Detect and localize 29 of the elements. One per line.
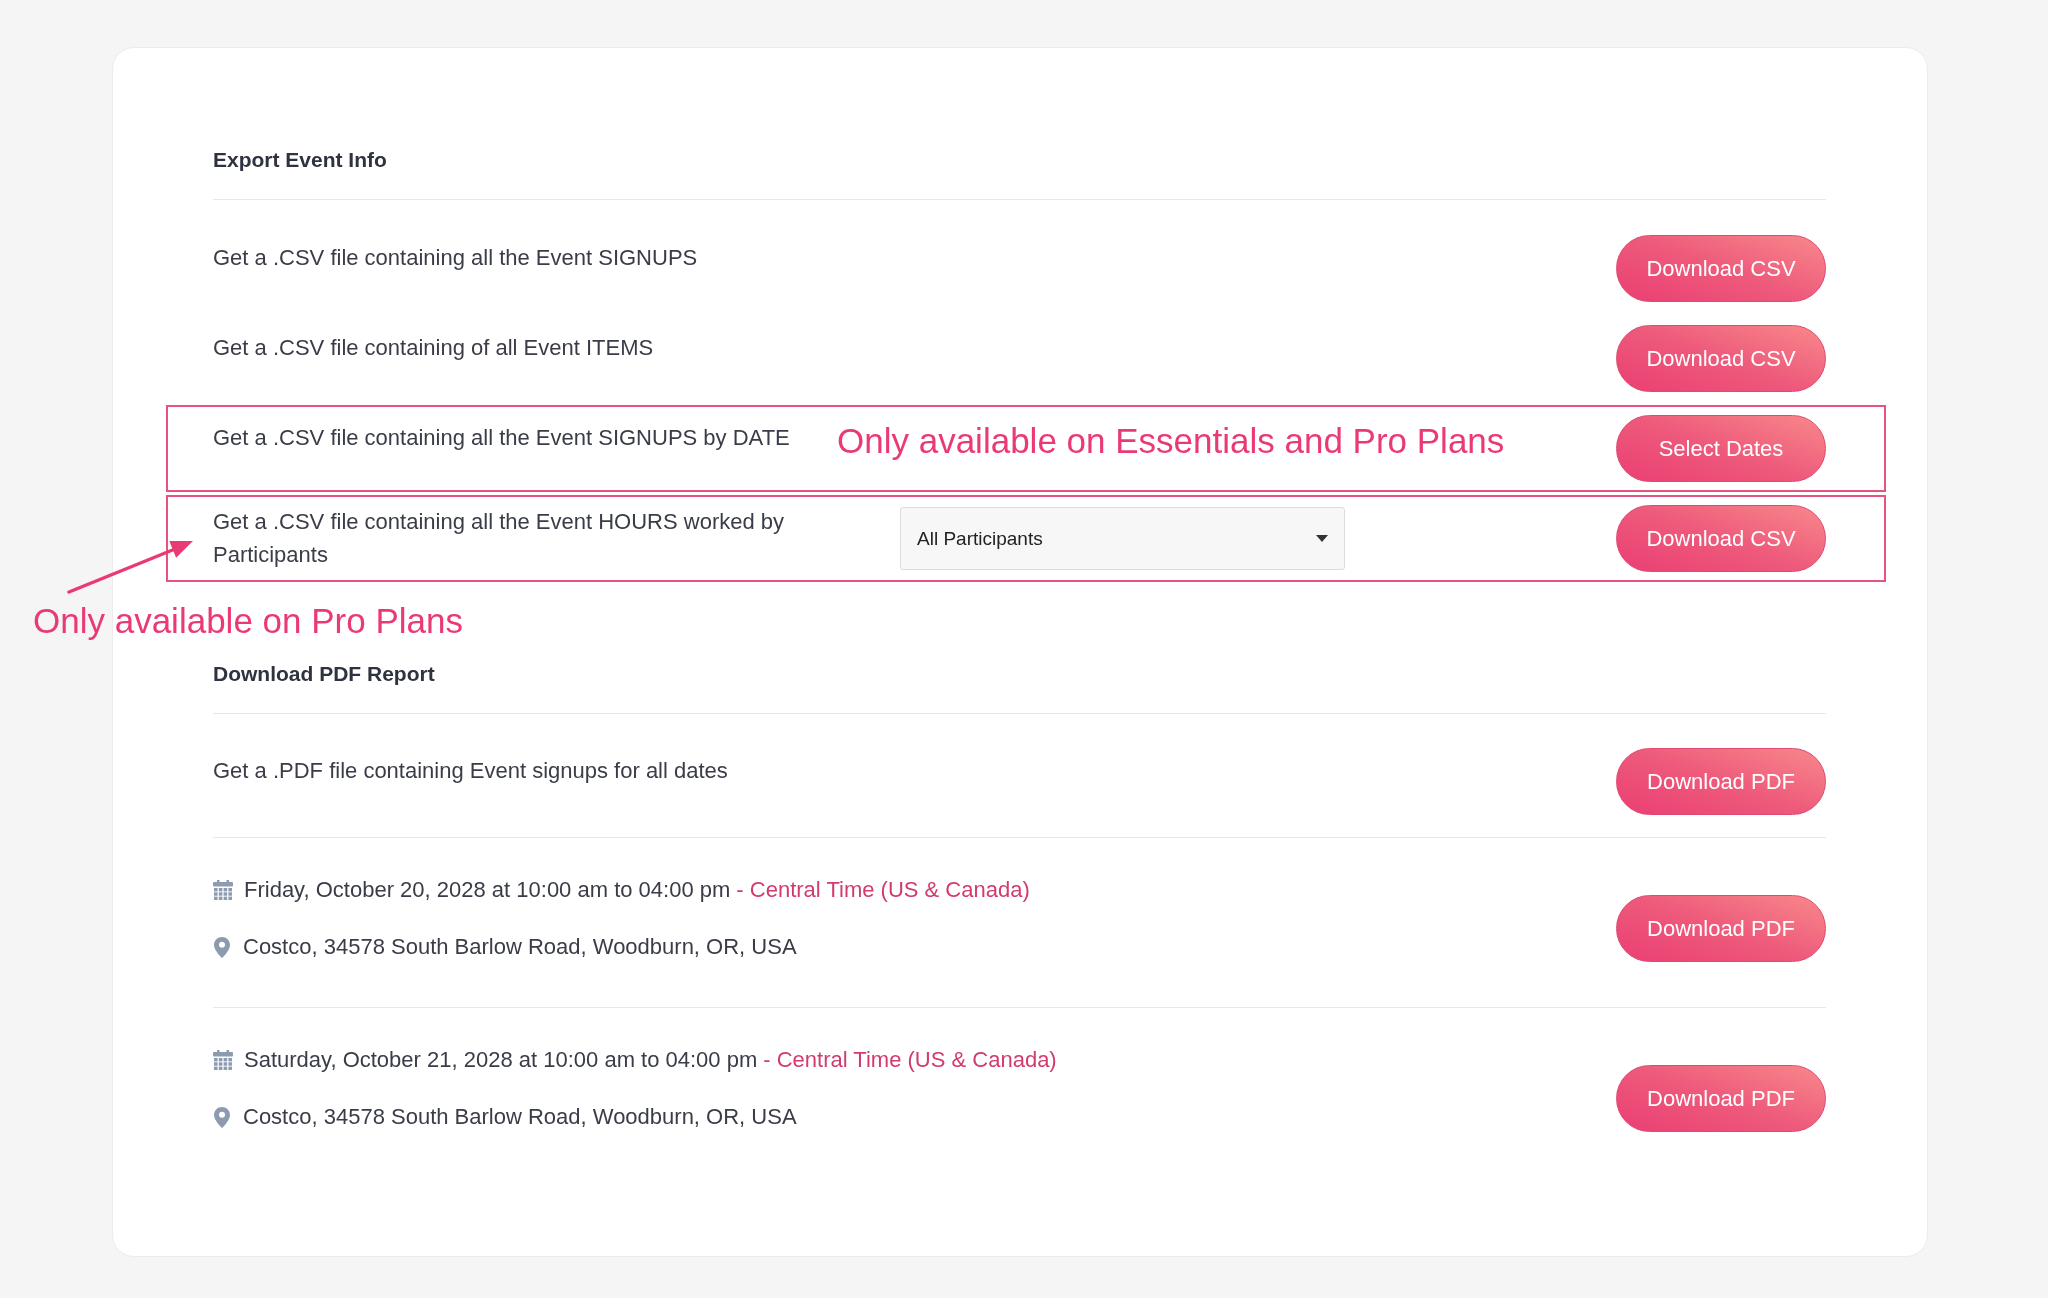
action-button[interactable]: Download CSV	[1616, 235, 1826, 302]
calendar-icon	[213, 879, 233, 901]
date-text: Saturday, October 21, 2028 at 10:00 am to 04:00 pm	[244, 1047, 758, 1073]
timezone-text: - Central Time (US & Canada)	[736, 877, 1030, 903]
action-button[interactable]: Download CSV	[1616, 505, 1826, 572]
action-button[interactable]: Select Dates	[1616, 415, 1826, 482]
date-text: Friday, October 20, 2028 at 10:00 am to 04:00 pm	[244, 877, 731, 903]
section-heading: Download PDF Report	[213, 662, 435, 685]
caret-icon	[1316, 535, 1328, 542]
export-description: Get a .CSV file containing all the Event SIGNUPS	[213, 244, 699, 272]
section-heading: Export Event Info	[213, 148, 387, 171]
download-button[interactable]: Download PDF	[1616, 1065, 1826, 1132]
export-description: Get a .CSV file containing of all Event ITEMS	[213, 334, 655, 362]
export-description: Get a .CSV file containing all the Event HOURS worked by Participants	[213, 508, 786, 569]
location-text: Costco, 34578 South Barlow Road, Woodburn, OR, USA	[243, 1104, 797, 1130]
download-button[interactable]: Download PDF	[1616, 748, 1826, 815]
action-button[interactable]: Download CSV	[1616, 325, 1826, 392]
location-pin-icon	[214, 1106, 230, 1128]
participants-dropdown[interactable]: All Participants	[900, 507, 1345, 570]
arrow-icon	[67, 540, 194, 595]
location-pin-icon	[214, 936, 230, 958]
plan-note: Only available on Essentials and Pro Plans	[837, 420, 1505, 462]
timezone-text: - Central Time (US & Canada)	[763, 1047, 1057, 1073]
export-description: Get a .CSV file containing all the Event SIGNUPS by DATE	[213, 424, 791, 452]
export-description: Get a .PDF file containing Event signups for all dates	[213, 757, 729, 785]
location-text: Costco, 34578 South Barlow Road, Woodburn, OR, USA	[243, 934, 797, 960]
calendar-icon	[213, 1049, 233, 1071]
download-button[interactable]: Download PDF	[1616, 895, 1826, 962]
plan-note: Only available on Pro Plans	[33, 601, 463, 640]
